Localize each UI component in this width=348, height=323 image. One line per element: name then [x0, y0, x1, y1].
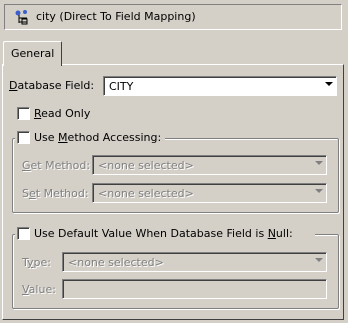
use-default-value-label[interactable]: Use Default Value When Database Field is… [34, 227, 293, 240]
database-field-combo[interactable]: CITY [103, 76, 337, 96]
tab-general[interactable]: General [3, 41, 62, 66]
mapping-header: city (Direct To Field Mapping) [4, 4, 342, 30]
type-value: <none selected> [68, 256, 164, 269]
value-label: Value: [22, 283, 56, 296]
chevron-down-icon [315, 161, 323, 165]
get-method-value: <none selected> [98, 159, 194, 172]
value-input[interactable] [62, 279, 327, 299]
use-method-accessing-checkbox[interactable] [17, 131, 30, 144]
tab-general-label: General [11, 47, 55, 60]
use-method-accessing-label[interactable]: Use Method Accessing: [34, 131, 161, 144]
set-method-combo[interactable]: <none selected> [92, 183, 327, 203]
set-method-value: <none selected> [98, 187, 194, 200]
chevron-down-icon [315, 189, 323, 193]
use-default-value-checkbox[interactable] [17, 227, 30, 240]
database-field-label: Database Field: [9, 79, 95, 92]
set-method-label: Set Method: [22, 187, 89, 200]
chevron-down-icon [325, 82, 333, 86]
get-method-label: Get Method: [22, 159, 91, 172]
read-only-label[interactable]: Read Only [34, 107, 90, 120]
read-only-checkbox[interactable] [17, 107, 30, 120]
type-combo[interactable]: <none selected> [62, 252, 327, 272]
type-label: Type: [22, 256, 51, 269]
mapping-title: city (Direct To Field Mapping) [36, 10, 196, 23]
direct-to-field-mapping-icon [15, 10, 28, 25]
chevron-down-icon [315, 258, 323, 262]
database-field-value: CITY [109, 80, 134, 93]
get-method-combo[interactable]: <none selected> [92, 155, 327, 175]
